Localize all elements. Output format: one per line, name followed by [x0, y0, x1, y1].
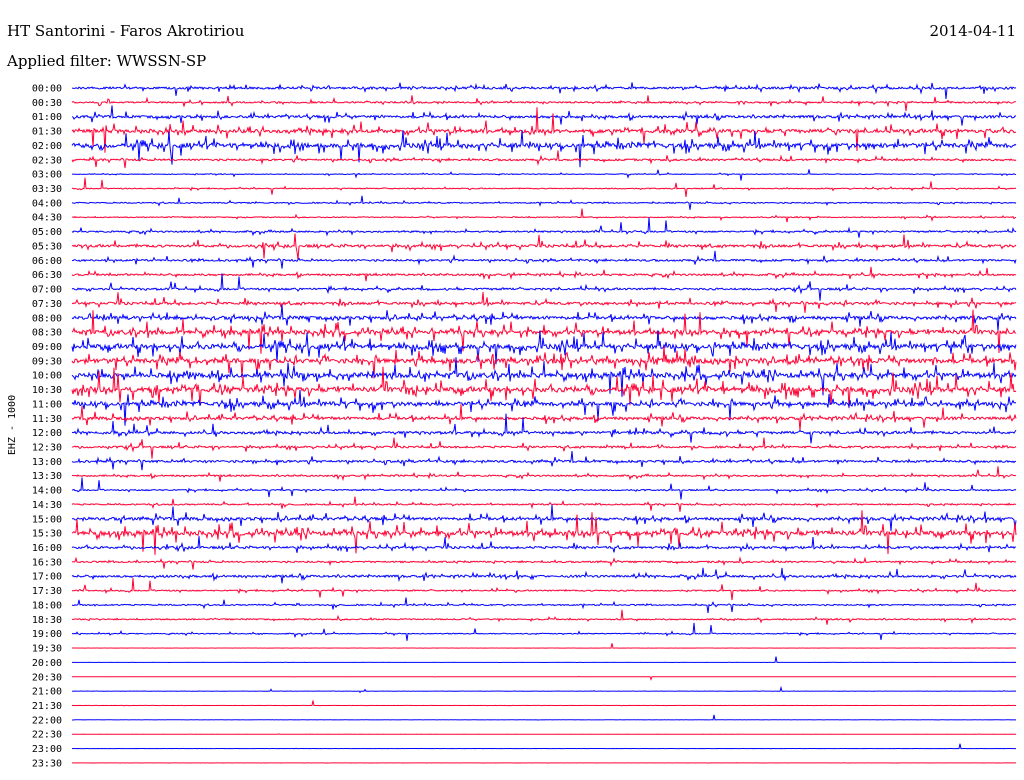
trace-time-label: 07:00: [32, 285, 62, 296]
trace-time-label: 21:00: [32, 687, 62, 698]
trace-time-label: 01:30: [32, 127, 62, 138]
seismic-trace: [71, 622, 1017, 641]
trace-time-label: 17:30: [32, 586, 62, 597]
seismic-trace: [71, 597, 1017, 614]
trace-time-label: 11:00: [32, 399, 62, 410]
trace-time-label: 15:30: [32, 529, 62, 540]
seismic-trace: [71, 450, 1017, 471]
seismic-trace: [71, 169, 1017, 181]
trace-time-label: 23:00: [32, 744, 62, 755]
seismogram-plot: HT Santorini - Faros Akrotiriou 2014-04-…: [6, 22, 1017, 769]
seismic-trace: [71, 208, 1017, 223]
station-title: HT Santorini - Faros Akrotiriou: [7, 22, 245, 40]
trace-time-label: 13:00: [32, 457, 62, 468]
trace-time-label: 04:00: [32, 198, 62, 209]
trace-time-label: 02:00: [32, 141, 62, 152]
trace-time-label: 16:00: [32, 543, 62, 554]
trace-time-label: 14:30: [32, 500, 62, 511]
trace-time-label: 00:30: [32, 98, 62, 109]
trace-time-label: 05:00: [32, 227, 62, 238]
trace-time-label: 21:30: [32, 701, 62, 712]
trace-time-label: 15:00: [32, 514, 62, 525]
trace-time-label: 02:30: [32, 155, 62, 166]
seismic-trace: [71, 536, 1017, 553]
trace-time-label: 23:30: [32, 758, 62, 769]
trace-time-label: 06:30: [32, 270, 62, 281]
seismic-trace: [71, 609, 1017, 625]
seismic-trace: [71, 105, 1017, 126]
trace-time-label: 07:30: [32, 299, 62, 310]
trace-time-label: 05:30: [32, 241, 62, 252]
trace-time-label: 18:30: [32, 615, 62, 626]
seismic-trace: [71, 700, 1016, 707]
record-date: 2014-04-11: [930, 22, 1016, 40]
trace-time-label: 06:00: [32, 256, 62, 267]
trace-time-label: 09:00: [32, 342, 62, 353]
seismic-trace: [71, 217, 1017, 238]
seismic-trace: [71, 477, 1017, 500]
trace-time-label: 20:30: [32, 672, 62, 683]
trace-time-label: 16:30: [32, 557, 62, 568]
seismic-trace: [71, 685, 1017, 694]
y-axis-label: EHZ - 1000: [7, 395, 18, 455]
trace-time-label: 12:30: [32, 443, 62, 454]
seismic-trace: [71, 177, 1017, 197]
trace-time-label: 22:00: [32, 715, 62, 726]
seismic-trace: [71, 95, 1017, 112]
trace-time-label: 18:00: [32, 600, 62, 611]
trace-time-label: 22:30: [32, 730, 62, 741]
trace-time-label: 12:00: [32, 428, 62, 439]
trace-time-label: 17:00: [32, 572, 62, 583]
seismic-trace: [71, 437, 1017, 459]
seismic-trace: [71, 250, 1017, 269]
trace-group: 00:00 00:30 01:00 01:30 02:00 02:30 03:00 03:30…: [32, 82, 1017, 769]
trace-time-label: 14:00: [32, 486, 62, 497]
trace-time-label: 03:30: [32, 184, 62, 195]
trace-time-label: 09:30: [32, 356, 62, 367]
seismic-trace: [71, 150, 1017, 169]
seismic-trace: [71, 82, 1017, 100]
seismic-trace: [72, 656, 1016, 664]
trace-time-label: 10:30: [32, 385, 62, 396]
seismic-trace: [72, 743, 1016, 750]
seismic-trace: [71, 556, 1017, 570]
trace-time-label: 08:30: [32, 328, 62, 339]
seismic-trace: [71, 675, 1016, 681]
seismic-trace: [71, 504, 1017, 532]
trace-time-label: 03:00: [32, 170, 62, 181]
trace-time-label: 13:30: [32, 471, 62, 482]
seismic-trace: [71, 233, 1017, 260]
seismic-trace: [71, 266, 1017, 282]
seismic-trace: [72, 643, 1017, 649]
trace-time-label: 20:00: [32, 658, 62, 669]
trace-time-label: 00:00: [32, 84, 62, 95]
seismic-trace: [72, 195, 1017, 210]
trace-time-label: 19:00: [32, 629, 62, 640]
seismic-trace: [71, 130, 1017, 168]
trace-time-label: 11:30: [32, 414, 62, 425]
seismic-trace: [71, 466, 1017, 482]
trace-time-label: 19:30: [32, 644, 62, 655]
trace-time-label: 01:00: [32, 112, 62, 123]
trace-time-label: 10:00: [32, 371, 62, 382]
trace-time-label: 04:30: [32, 213, 62, 224]
seismic-trace: [71, 733, 1016, 735]
seismic-trace: [71, 567, 1017, 584]
seismic-trace: [71, 366, 1017, 409]
trace-time-label: 08:00: [32, 313, 62, 324]
seismic-trace: [71, 578, 1017, 601]
seismic-trace: [71, 291, 1017, 313]
seismic-trace: [71, 714, 1016, 721]
filter-label: Applied filter: WWSSN-SP: [6, 52, 206, 70]
seismic-trace: [71, 496, 1017, 512]
